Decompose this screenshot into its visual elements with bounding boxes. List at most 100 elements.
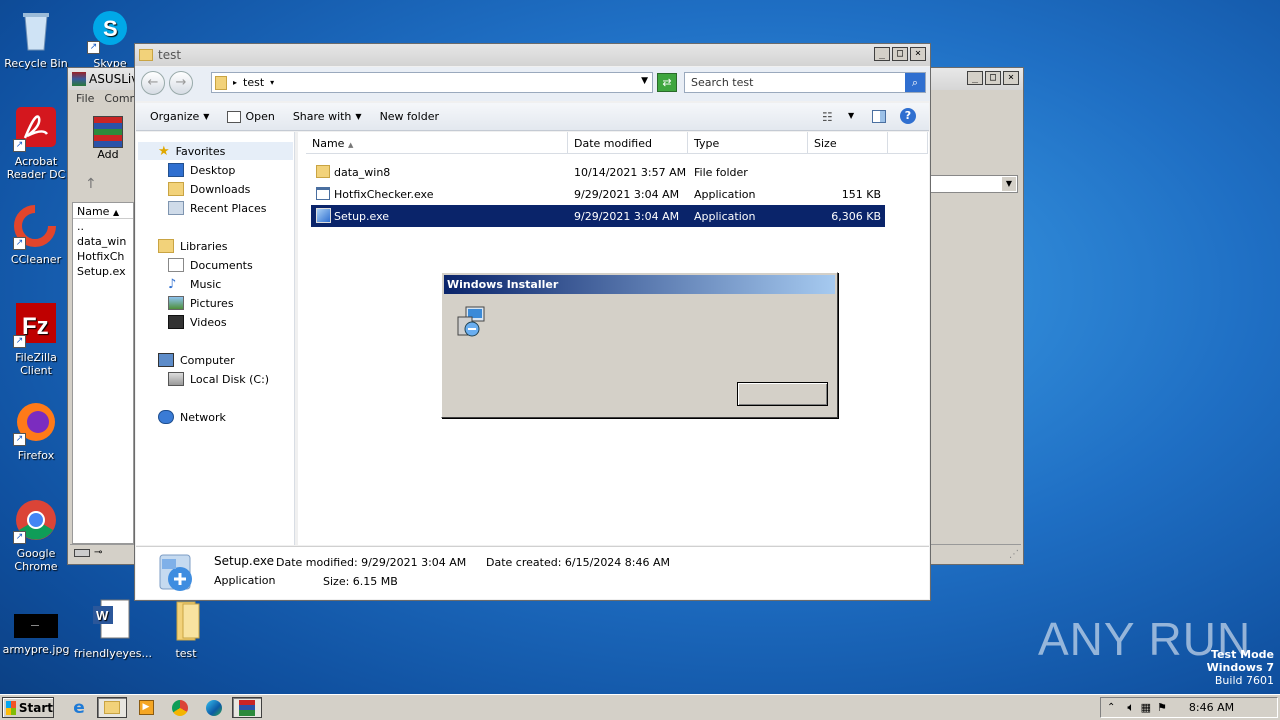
column-header-date-modified[interactable]: Date modified	[568, 132, 688, 154]
preview-pane-icon[interactable]	[872, 110, 886, 123]
list-item[interactable]: ..	[73, 219, 133, 234]
search-input[interactable]: Search test ⌕	[684, 72, 926, 93]
desktop-icon-filezilla[interactable]: Fz ↗ FileZilla Client	[0, 302, 74, 377]
filezilla-icon: Fz ↗	[13, 302, 59, 348]
desktop-icon-armypre[interactable]: armypre.jpg	[0, 604, 74, 656]
open-icon	[227, 110, 242, 123]
desktop-icon-label: Firefox	[17, 449, 55, 462]
details-date-modified-label: Date modified:	[276, 556, 358, 569]
list-item[interactable]: Setup.ex	[73, 264, 133, 279]
start-button[interactable]: Start	[2, 697, 54, 718]
nav-recent-places[interactable]: Recent Places	[168, 201, 267, 215]
desktop-icon-recycle-bin[interactable]: Recycle Bin	[0, 8, 74, 70]
word-document-icon: W	[89, 598, 135, 644]
taskbar-edge[interactable]	[199, 697, 229, 718]
chevron-down-icon[interactable]: ▼	[848, 111, 854, 120]
nav-network[interactable]: Network	[158, 410, 226, 424]
recycle-bin-icon	[13, 8, 59, 54]
search-icon[interactable]: ⌕	[905, 73, 925, 92]
help-icon[interactable]: ?	[900, 108, 916, 124]
address-bar[interactable]: ▸ test ▾ ▼	[211, 72, 653, 93]
nav-favorites[interactable]: ★ Favorites	[158, 144, 225, 159]
refresh-button[interactable]: ⇄	[657, 73, 677, 92]
minimize-button[interactable]: _	[967, 71, 983, 85]
desktop-icon-firefox[interactable]: ↗ Firefox	[0, 400, 74, 462]
desktop-icon-test-folder[interactable]: test	[148, 598, 224, 660]
taskbar-media-player[interactable]: ▶	[131, 697, 161, 718]
windows-installer-dialog[interactable]: Windows Installer	[441, 272, 838, 418]
show-hidden-icons-icon[interactable]: ⌃	[1107, 702, 1115, 713]
table-row-selected[interactable]: Setup.exe 9/29/2021 3:04 AM Application …	[311, 205, 885, 227]
details-file-type: Application	[214, 574, 276, 587]
taskbar-chrome[interactable]	[165, 697, 195, 718]
add-button[interactable]: Add	[90, 116, 126, 161]
desktop-icon-label: friendlyeyes...	[74, 647, 153, 660]
desktop-icon-chrome[interactable]: ↗ Google Chrome	[0, 498, 74, 573]
list-item[interactable]: HotfixCh	[73, 249, 133, 264]
organize-button[interactable]: Organize ▼	[136, 110, 218, 123]
dialog-titlebar[interactable]: Windows Installer	[444, 275, 835, 294]
nav-libraries[interactable]: Libraries	[158, 239, 228, 253]
clock[interactable]: 8:46 AM	[1189, 701, 1234, 714]
new-folder-button[interactable]: New folder	[371, 110, 448, 123]
minimize-button[interactable]: _	[874, 47, 890, 61]
table-row[interactable]: HotfixChecker.exe 9/29/2021 3:04 AM Appl…	[311, 183, 885, 205]
view-options-icon[interactable]: ☷	[822, 110, 833, 124]
details-pane: Setup.exe Application Date modified: 9/2…	[136, 546, 929, 599]
nav-pictures[interactable]: Pictures	[168, 296, 234, 310]
action-center-flag-icon[interactable]: ⚑	[1157, 701, 1167, 714]
back-name-column-header[interactable]: Name ▲	[73, 203, 133, 219]
maximize-button[interactable]: □	[892, 47, 908, 61]
installer-large-icon	[156, 551, 200, 595]
nav-desktop[interactable]: Desktop	[168, 163, 235, 177]
taskbar-ie[interactable]: e	[64, 697, 94, 718]
breadcrumb[interactable]: test	[243, 76, 264, 89]
taskbar-winrar[interactable]	[232, 697, 262, 718]
dialog-cancel-button[interactable]	[737, 382, 828, 406]
image-thumbnail-icon	[13, 604, 59, 640]
desktop-icon-acrobat[interactable]: ↗ Acrobat Reader DC	[0, 106, 74, 181]
svg-text:W: W	[96, 608, 109, 623]
share-with-button[interactable]: Share with ▼	[284, 110, 371, 123]
desktop-icon-ccleaner[interactable]: ↗ CCleaner	[0, 204, 74, 266]
key-icon: ⊸	[94, 547, 103, 558]
column-header-name[interactable]: Name ▲	[306, 132, 568, 154]
folder-icon	[316, 165, 330, 178]
address-dropdown-icon[interactable]: ▼	[641, 76, 648, 86]
taskbar-explorer[interactable]	[97, 697, 127, 718]
shortcut-arrow-icon: ↗	[13, 433, 26, 446]
chevron-right-icon[interactable]: ▸	[233, 78, 237, 87]
nav-computer[interactable]: Computer	[158, 353, 235, 367]
nav-videos[interactable]: Videos	[168, 315, 227, 329]
maximize-button[interactable]: □	[985, 71, 1001, 85]
back-address-dropdown[interactable]: ▼	[930, 175, 1018, 193]
menu-file[interactable]: File	[76, 92, 94, 105]
volume-icon[interactable]: 🔈︎	[1127, 700, 1134, 715]
nav-local-disk[interactable]: Local Disk (C:)	[168, 372, 269, 386]
back-button[interactable]: ←	[141, 71, 165, 95]
network-tray-icon[interactable]: ▦	[1141, 701, 1151, 714]
explorer-title: test	[158, 48, 182, 62]
nav-documents[interactable]: Documents	[168, 258, 253, 272]
forward-button[interactable]: →	[169, 71, 193, 95]
shortcut-arrow-icon: ↗	[13, 335, 26, 348]
nav-downloads[interactable]: Downloads	[168, 182, 250, 196]
desktop-icon-label: armypre.jpg	[2, 643, 70, 656]
open-button[interactable]: Open	[218, 110, 283, 123]
system-tray: ⌃ 🔈︎ ▦ ⚑ 8:46 AM	[1100, 697, 1278, 718]
close-button[interactable]: ×	[1003, 71, 1019, 85]
chevron-down-icon[interactable]: ▾	[270, 78, 274, 87]
table-row[interactable]: data_win8 10/14/2021 3:57 AM File folder	[311, 161, 885, 183]
desktop-icon-friendlyeyes[interactable]: W friendlyeyes...	[74, 598, 153, 660]
up-arrow-icon[interactable]: ↑	[85, 176, 97, 192]
close-button[interactable]: ×	[910, 47, 926, 61]
explorer-titlebar[interactable]: test	[135, 44, 930, 66]
details-date-created-label: Date created:	[486, 556, 562, 569]
column-header-type[interactable]: Type	[688, 132, 808, 154]
column-header-blank[interactable]	[888, 132, 928, 154]
internet-explorer-icon: e	[73, 697, 85, 718]
resize-grip-icon[interactable]: ⋰	[1009, 549, 1019, 560]
list-item[interactable]: data_win	[73, 234, 133, 249]
nav-music[interactable]: ♪ Music	[168, 277, 221, 292]
column-header-size[interactable]: Size	[808, 132, 888, 154]
